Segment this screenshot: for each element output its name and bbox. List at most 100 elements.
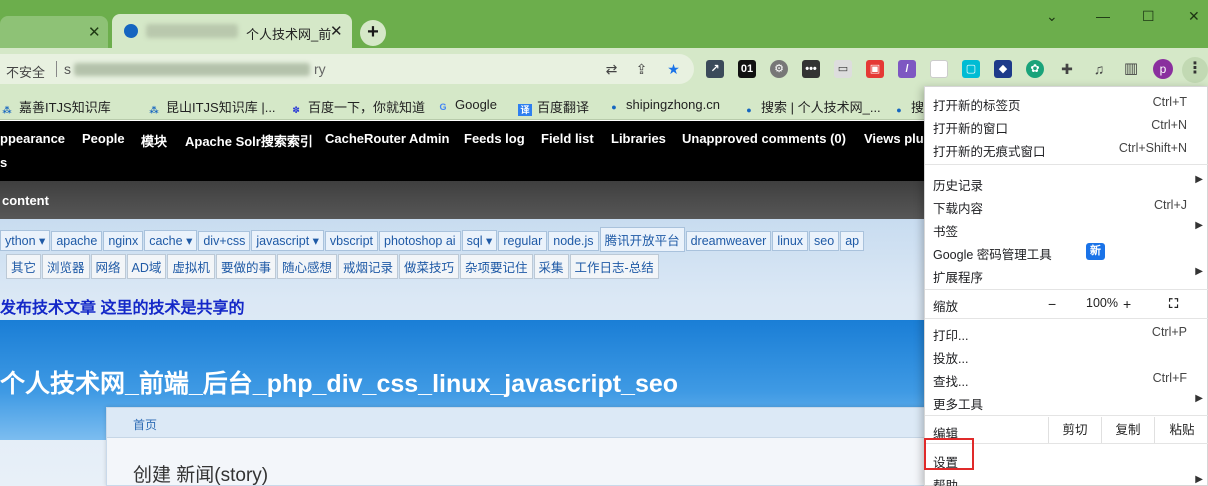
admin-menu-item[interactable]: Views plu xyxy=(864,131,924,146)
shortcut-content-link[interactable]: content xyxy=(2,193,49,208)
menu-item-print[interactable]: 打印... Ctrl+P xyxy=(925,321,1208,343)
category-tag[interactable]: regular xyxy=(498,231,548,251)
bookmark-star-icon[interactable]: ★ xyxy=(665,61,682,78)
menu-item-bookmarks[interactable]: 书签 ▶ xyxy=(925,217,1208,239)
category-tag[interactable]: node.js xyxy=(548,231,599,251)
tab-inactive[interactable]: ✕ xyxy=(0,16,108,48)
extension-page-icon[interactable]: ▭ xyxy=(834,60,852,78)
menu-item-password-manager[interactable]: Google 密码管理工具 新 xyxy=(925,240,1208,262)
menu-item-history[interactable]: 历史记录 ▶ xyxy=(925,171,1208,193)
extension-feather-icon[interactable]: / xyxy=(898,60,916,78)
bookmark-item[interactable]: ✽ 百度一下，你就知道 xyxy=(289,97,425,116)
category-tag[interactable]: 随心感想 xyxy=(276,254,337,279)
category-tag[interactable]: 腾讯开放平台 xyxy=(599,227,685,252)
category-tag[interactable]: 工作日志-总结 xyxy=(569,254,659,279)
bookmark-item[interactable]: ● 搜 xyxy=(892,97,924,116)
category-tag[interactable]: photoshop ai xyxy=(379,231,461,251)
tab-close-icon[interactable]: ✕ xyxy=(88,23,101,41)
admin-menu-item[interactable]: CacheRouter Admin xyxy=(325,131,449,146)
menu-item-more-tools[interactable]: 更多工具 ▶ xyxy=(925,390,1208,412)
menu-item-new-window[interactable]: 打开新的窗口 Ctrl+N xyxy=(925,114,1208,136)
maximize-button[interactable]: ☐ xyxy=(1142,8,1155,25)
category-tag[interactable]: ap xyxy=(840,231,865,251)
extension-icon-1[interactable]: ↗ xyxy=(706,60,724,78)
zoom-in-button[interactable]: + xyxy=(1123,296,1131,312)
zoom-out-button[interactable]: − xyxy=(1048,296,1056,312)
profile-avatar[interactable]: p xyxy=(1153,59,1173,79)
category-tag[interactable]: 虚拟机 xyxy=(167,254,215,279)
extension-chat-icon[interactable]: ▢ xyxy=(962,60,980,78)
side-panel-icon[interactable]: ▥ xyxy=(1122,60,1140,78)
admin-menu-item[interactable]: Libraries xyxy=(611,131,666,146)
menu-item-find[interactable]: 查找... Ctrl+F xyxy=(925,367,1208,389)
category-tag[interactable]: dreamweaver xyxy=(685,231,772,251)
extension-dots-icon[interactable]: ••• xyxy=(802,60,820,78)
admin-menu-item[interactable]: ppearance xyxy=(0,131,65,146)
bookmark-item[interactable]: ● 搜索 | 个人技术网_... xyxy=(742,97,880,116)
admin-menu-item[interactable]: Feeds log xyxy=(464,131,525,146)
minimize-button[interactable]: — xyxy=(1096,8,1110,24)
close-window-button[interactable]: ✕ xyxy=(1188,8,1200,25)
category-tag[interactable]: 要做的事 xyxy=(215,254,276,279)
admin-menu-item[interactable]: 模块 xyxy=(141,131,167,150)
category-tag[interactable]: apache xyxy=(51,231,103,251)
menu-item-help[interactable]: 帮助 ▶ xyxy=(925,471,1208,486)
category-tag[interactable]: 做菜技巧 xyxy=(398,254,459,279)
category-tag[interactable]: nginx xyxy=(103,231,144,251)
category-tag[interactable]: vbscript xyxy=(324,231,378,251)
extensions-puzzle-icon[interactable]: ✚ xyxy=(1058,60,1076,78)
address-bar[interactable]: 不安全 s ry ⇄ ⇪ ★ xyxy=(0,54,694,84)
extension-gear-icon[interactable]: ⚙ xyxy=(770,60,788,78)
category-tag[interactable]: 浏览器 xyxy=(42,254,90,279)
category-tag[interactable]: seo xyxy=(809,231,840,251)
extension-openai-icon[interactable]: ✿ xyxy=(1026,60,1044,78)
admin-menu-item[interactable]: s xyxy=(0,155,7,170)
extension-blank-icon[interactable] xyxy=(930,60,948,78)
security-indicator[interactable]: 不安全 xyxy=(6,62,45,81)
admin-menu-item[interactable]: People xyxy=(82,131,125,146)
category-tag[interactable]: cache ▾ xyxy=(144,230,198,251)
bookmark-item[interactable]: ⁂ 嘉善ITJS知识库 xyxy=(0,97,110,116)
translate-icon[interactable]: ⇄ xyxy=(603,61,620,78)
menu-item-new-tab[interactable]: 打开新的标签页 Ctrl+T xyxy=(925,91,1208,113)
menu-item-label: 打开新的标签页 xyxy=(933,99,1021,113)
admin-menu-item[interactable]: Apache Solr搜索索引 xyxy=(185,131,313,150)
menu-item-incognito[interactable]: 打开新的无痕式窗口 Ctrl+Shift+N xyxy=(925,137,1208,159)
category-tag[interactable]: 其它 xyxy=(6,254,42,279)
site-title[interactable]: 个人技术网_前端_后台_php_div_css_linux_javascript… xyxy=(0,364,678,400)
cut-button[interactable]: 剪切 xyxy=(1048,417,1101,443)
category-tag[interactable]: javascript ▾ xyxy=(251,230,324,251)
category-tag[interactable]: div+css xyxy=(198,231,251,251)
category-tag[interactable]: sql ▾ xyxy=(461,230,498,251)
category-tag[interactable]: linux xyxy=(772,231,809,251)
extension-cube-icon[interactable]: ▣ xyxy=(866,60,884,78)
bookmark-item[interactable]: G Google xyxy=(436,97,496,113)
extension-photo-icon[interactable]: ◆ xyxy=(994,60,1012,78)
admin-menu-item[interactable]: Field list xyxy=(541,131,594,146)
admin-menu-item[interactable]: Unapproved comments (0) xyxy=(682,131,846,146)
chevron-down-icon[interactable]: ⌄ xyxy=(1046,8,1058,25)
menu-item-downloads[interactable]: 下载内容 Ctrl+J xyxy=(925,194,1208,216)
fullscreen-icon[interactable]: ⛶ xyxy=(1169,296,1178,312)
bookmark-item[interactable]: 译百度翻译 xyxy=(518,97,589,116)
paste-button[interactable]: 粘贴 xyxy=(1154,417,1208,443)
category-tag[interactable]: ython ▾ xyxy=(0,230,51,251)
copy-button[interactable]: 复制 xyxy=(1101,417,1154,443)
breadcrumb-home-link[interactable]: 首页 xyxy=(133,416,157,433)
tab-close-icon[interactable]: ✕ xyxy=(330,22,343,40)
category-tag[interactable]: 杂项要记住 xyxy=(460,254,533,279)
menu-item-cast[interactable]: 投放... xyxy=(925,344,1208,366)
new-tab-button[interactable]: + xyxy=(360,20,386,46)
category-tag[interactable]: 戒烟记录 xyxy=(337,254,398,279)
category-tag[interactable]: 采集 xyxy=(533,254,569,279)
extension-icon-01[interactable]: 01 xyxy=(738,60,756,78)
menu-item-extensions[interactable]: 扩展程序 ▶ xyxy=(925,263,1208,285)
category-tag[interactable]: 网络 xyxy=(90,254,126,279)
category-tag[interactable]: AD域 xyxy=(126,254,167,279)
share-icon[interactable]: ⇪ xyxy=(633,61,650,78)
bookmark-item[interactable]: ⁂ 昆山ITJS知识库 |... xyxy=(147,97,275,116)
bookmark-item[interactable]: ● shipingzhong.cn xyxy=(607,97,720,113)
tab-active[interactable]: 个人技术网_前 ✕ xyxy=(112,14,352,48)
chrome-menu-icon[interactable]: ⋮ xyxy=(1182,57,1208,83)
media-control-icon[interactable]: ♫ xyxy=(1090,60,1108,78)
